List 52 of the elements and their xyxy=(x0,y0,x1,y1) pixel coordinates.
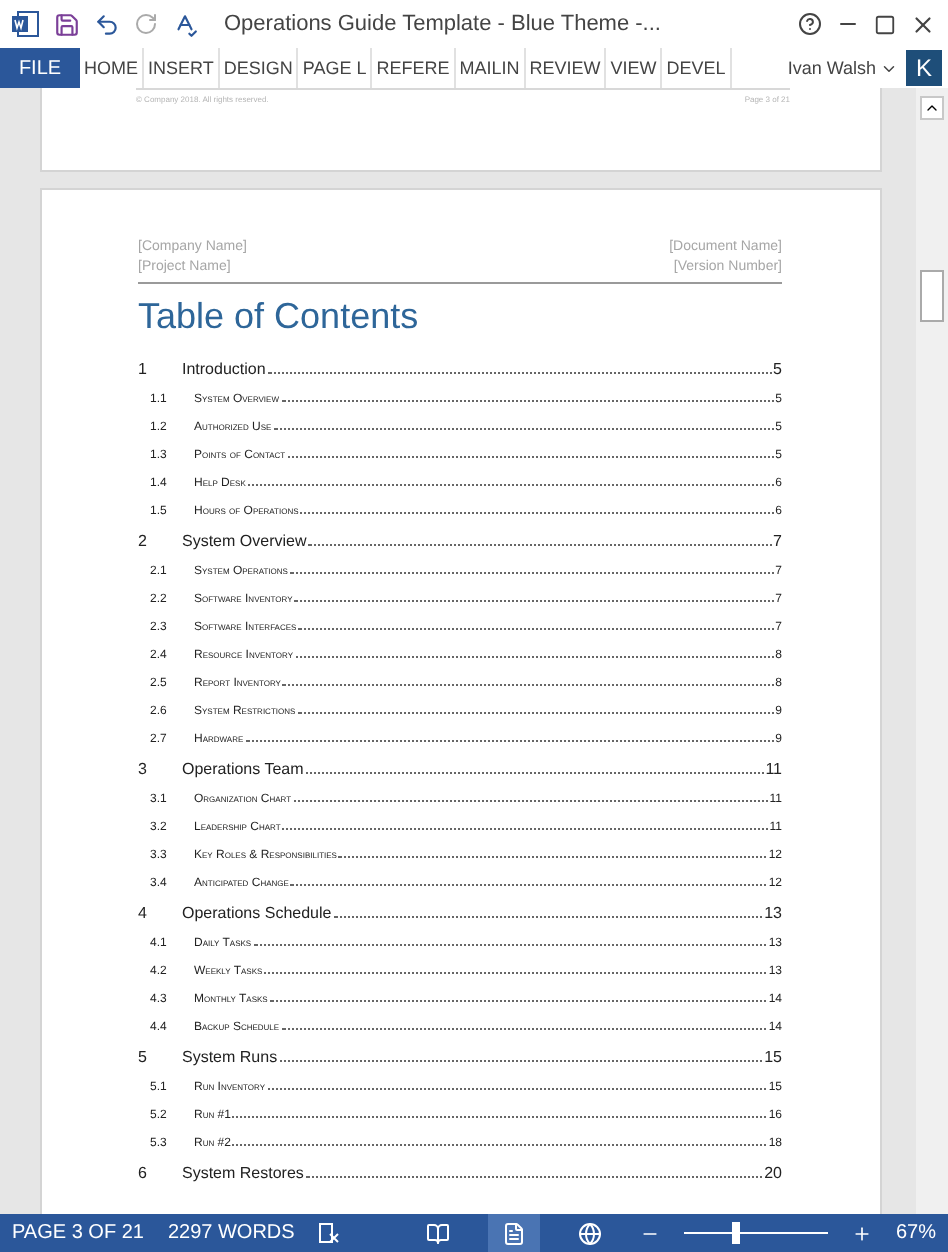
close-icon[interactable] xyxy=(910,11,936,37)
toc-entry-title[interactable]: System Runs xyxy=(182,1048,278,1066)
ribbon-tab[interactable]: VIEW xyxy=(606,48,663,88)
ribbon-tab[interactable]: PAGE L xyxy=(298,48,373,88)
page-number: 15 xyxy=(764,1048,782,1066)
plus-icon xyxy=(851,1223,872,1243)
scroll-up-icon[interactable] xyxy=(920,96,944,120)
scrollbar[interactable] xyxy=(916,88,948,1214)
word-count[interactable]: 2297 WORDS xyxy=(167,1222,295,1244)
section-number: 6 xyxy=(138,1164,149,1182)
book-icon xyxy=(425,1221,450,1245)
help-icon[interactable] xyxy=(798,12,822,36)
toc-heading: Table of Contents xyxy=(138,296,421,338)
page-number: 20 xyxy=(764,1164,782,1182)
ribbon-tab[interactable]: INSERT xyxy=(144,48,220,88)
file-tab[interactable]: FILE xyxy=(0,48,80,88)
toc-entry-title[interactable]: Operations Team xyxy=(182,760,304,778)
ribbon-tab[interactable]: HOME xyxy=(80,48,144,88)
toc-entry-title[interactable]: System Restores xyxy=(182,1164,304,1182)
section-number: 2 xyxy=(138,532,149,550)
page-count[interactable]: PAGE 3 OF 21 xyxy=(12,1222,144,1244)
page-number: 11 xyxy=(765,760,782,778)
scroll-thumb[interactable] xyxy=(920,270,944,322)
user-avatar[interactable]: K xyxy=(906,50,942,86)
view-button[interactable] xyxy=(487,1214,540,1252)
zoom-level[interactable]: 67% xyxy=(895,1222,936,1244)
section-number: 5 xyxy=(138,1048,149,1066)
undo-icon[interactable] xyxy=(94,11,120,37)
ribbon-tab[interactable]: MAILIN xyxy=(455,48,526,88)
save-icon[interactable] xyxy=(54,11,80,37)
ribbon-tab[interactable]: REVIEW xyxy=(525,48,607,88)
spelling-icon[interactable] xyxy=(172,11,198,37)
page-number: 5 xyxy=(773,360,782,378)
toc-entry-title[interactable]: Operations Schedule xyxy=(182,904,332,922)
zoom-thumb[interactable] xyxy=(731,1222,740,1244)
globe-icon xyxy=(577,1221,602,1245)
toc-entry-title[interactable]: System Overview xyxy=(182,532,307,550)
zoom-in-button[interactable] xyxy=(851,1223,872,1243)
section-number: 4 xyxy=(138,904,149,922)
ribbon-tab[interactable]: DESIGN xyxy=(219,48,299,88)
proofing-icon[interactable] xyxy=(318,1222,341,1244)
ribbon-tab[interactable]: REFERE xyxy=(372,48,456,88)
word-icon[interactable] xyxy=(12,10,40,38)
window-title: Operations Guide Template - Blue Theme -... xyxy=(224,12,663,36)
toc-entry-title[interactable]: Introduction xyxy=(182,360,266,378)
page-number: 7 xyxy=(773,532,782,550)
page-icon xyxy=(501,1221,526,1245)
section-number: 3 xyxy=(138,760,149,778)
maximize-icon[interactable] xyxy=(874,13,896,35)
page-number: 13 xyxy=(764,904,782,922)
section-number: 1 xyxy=(138,360,149,378)
ribbon-tab[interactable]: DEVEL xyxy=(662,48,732,88)
